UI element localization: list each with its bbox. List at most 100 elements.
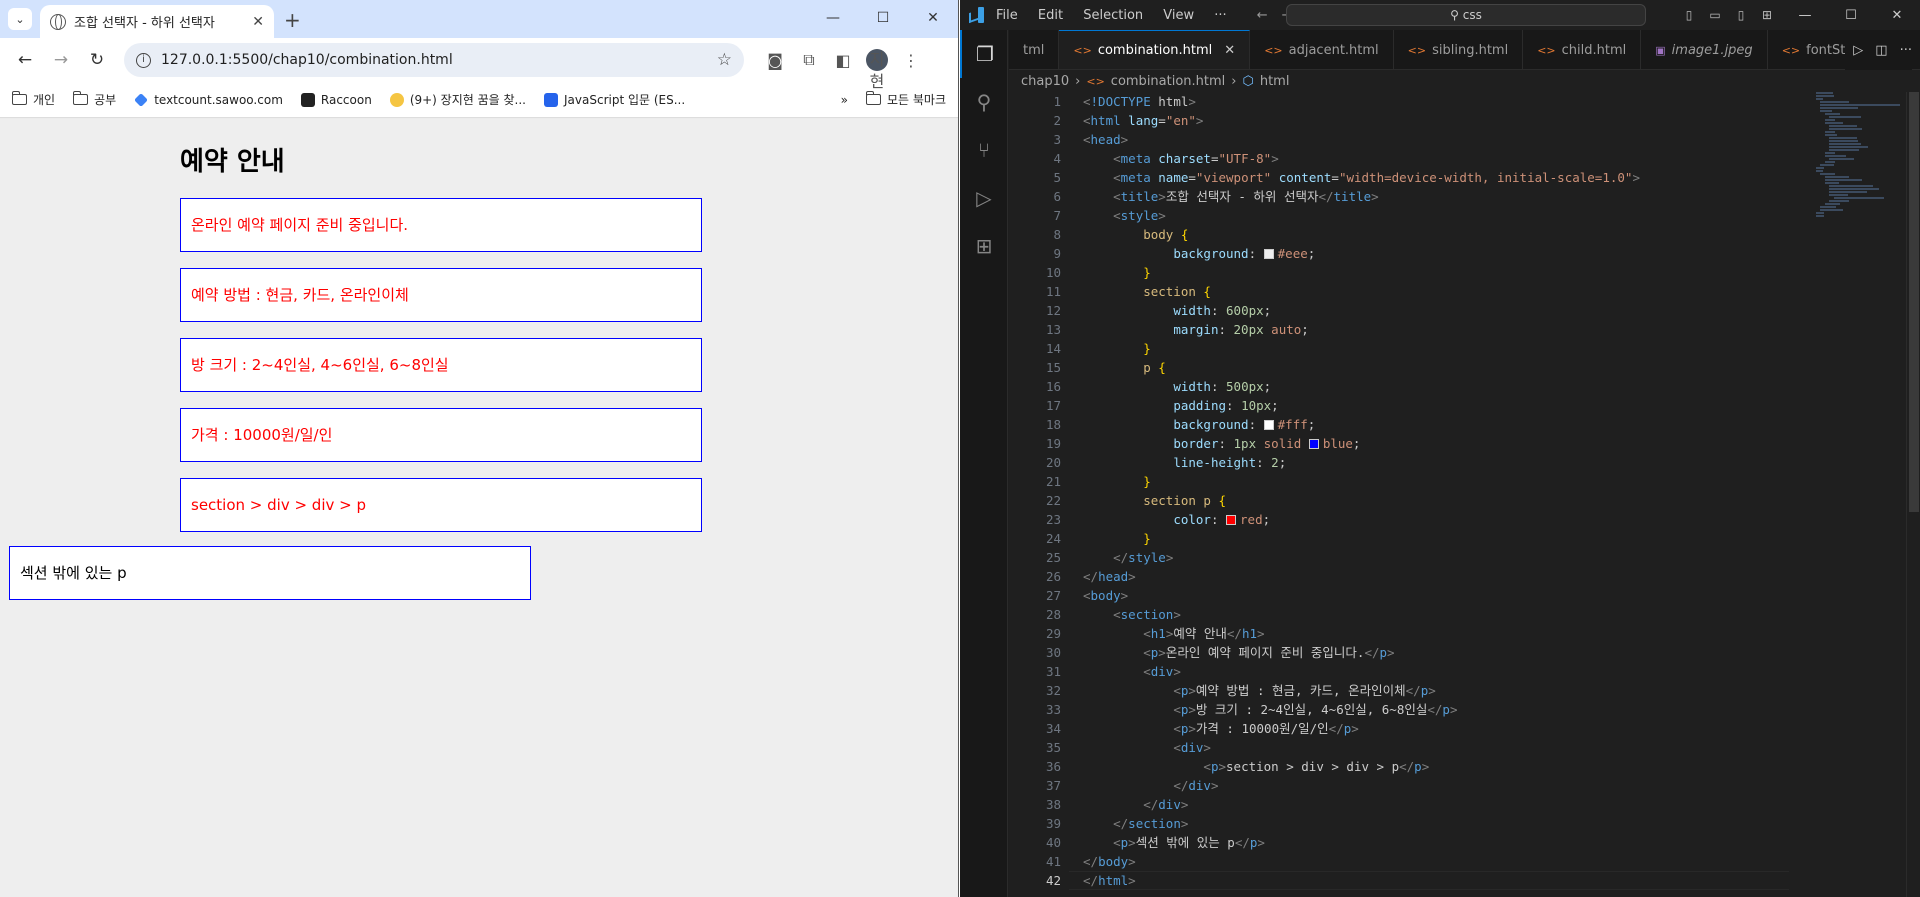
code-line[interactable]: <h1>예약 안내</h1>: [1083, 624, 1800, 643]
breadcrumb-folder[interactable]: chap10: [1021, 74, 1069, 89]
code-line[interactable]: <title>조합 선택자 - 하위 선택자</title>: [1083, 187, 1800, 206]
forward-button[interactable]: →: [46, 45, 76, 75]
tab-search-button[interactable]: ⌄: [8, 8, 32, 30]
code-line[interactable]: </style>: [1083, 548, 1800, 567]
code-line[interactable]: <html lang="en">: [1083, 111, 1800, 130]
code-editor[interactable]: 1 2 3 4 5 6 7 8 9 10 11 12 13 14 15 16 17 18 19 20 21 22 23 24 2…: [1009, 92, 1920, 897]
code-line[interactable]: <meta name="viewport" content="width=dev…: [1083, 168, 1800, 187]
code-line[interactable]: background: #fff;: [1083, 415, 1800, 434]
run-icon[interactable]: ▷: [1853, 43, 1863, 58]
code-line[interactable]: body {: [1083, 225, 1800, 244]
code-line[interactable]: }: [1083, 263, 1800, 282]
bookmark-folder[interactable]: 공부: [73, 91, 116, 108]
code-line[interactable]: <style>: [1083, 206, 1800, 225]
code-line[interactable]: }: [1083, 472, 1800, 491]
editor-tab[interactable]: <> combination.html ✕: [1059, 30, 1251, 69]
back-button[interactable]: ←: [10, 45, 40, 75]
search-icon[interactable]: ⚲: [960, 78, 1008, 126]
run-debug-icon[interactable]: ▷: [960, 174, 1008, 222]
code-line[interactable]: section p {: [1083, 491, 1800, 510]
minimize-button[interactable]: —: [808, 0, 858, 36]
all-bookmarks-folder[interactable]: 모든 북마크: [865, 91, 946, 108]
bookmark-link[interactable]: JavaScript 입문 (ES...: [544, 91, 685, 108]
bookmark-link[interactable]: (9+) 장지현 꿈을 찾...: [389, 91, 526, 108]
bookmark-star-icon[interactable]: ☆: [717, 50, 732, 70]
code-line[interactable]: <p>가격 : 10000원/일/인</p>: [1083, 719, 1800, 738]
code-line[interactable]: <p>섹션 밖에 있는 p</p>: [1083, 833, 1800, 852]
command-center[interactable]: ⚲ css: [1286, 4, 1646, 26]
close-tab-icon[interactable]: ✕: [1224, 43, 1235, 58]
extensions-icon[interactable]: ⊞: [960, 222, 1008, 270]
menu-more[interactable]: ···: [1214, 8, 1226, 23]
code-line[interactable]: line-height: 2;: [1083, 453, 1800, 472]
code-line[interactable]: section {: [1083, 282, 1800, 301]
side-panel-icon[interactable]: ◧: [832, 51, 854, 70]
more-menu-icon[interactable]: ⋮: [900, 51, 922, 70]
code-line[interactable]: <p>온라인 예약 페이지 준비 중입니다.</p>: [1083, 643, 1800, 662]
code-line[interactable]: </div>: [1083, 795, 1800, 814]
editor-tab[interactable]: <> sibling.html: [1394, 30, 1524, 69]
address-bar[interactable]: i 127.0.0.1:5500/chap10/combination.html…: [124, 43, 744, 77]
toggle-sidebar-icon[interactable]: ▯: [1678, 8, 1700, 22]
more-bookmarks-icon[interactable]: »: [841, 93, 848, 107]
code-line[interactable]: color: red;: [1083, 510, 1800, 529]
code-line[interactable]: p {: [1083, 358, 1800, 377]
close-window-button[interactable]: ✕: [908, 0, 958, 36]
more-actions-icon[interactable]: ···: [1900, 43, 1912, 58]
vertical-scrollbar[interactable]: [1906, 92, 1920, 897]
split-editor-icon[interactable]: ◫: [1875, 43, 1887, 58]
code-line[interactable]: <section>: [1083, 605, 1800, 624]
minimize-button[interactable]: —: [1782, 8, 1828, 23]
breadcrumb-symbol[interactable]: html: [1260, 74, 1290, 89]
close-window-button[interactable]: ✕: [1874, 8, 1920, 23]
close-tab-icon[interactable]: ✕: [252, 14, 264, 30]
code-line[interactable]: width: 500px;: [1083, 377, 1800, 396]
editor-tab[interactable]: <> adjacent.html: [1250, 30, 1394, 69]
toggle-secondary-sidebar-icon[interactable]: ▯: [1730, 8, 1752, 22]
editor-tab[interactable]: <> child.html: [1523, 30, 1642, 69]
code-line[interactable]: <p>예약 방법 : 현금, 카드, 온라인이체</p>: [1083, 681, 1800, 700]
code-line[interactable]: padding: 10px;: [1083, 396, 1800, 415]
source-control-icon[interactable]: ⑂: [960, 126, 1008, 174]
browser-tab[interactable]: 조합 선택자 - 하위 선택자 ✕: [40, 5, 274, 38]
reload-button[interactable]: ↻: [82, 45, 112, 75]
maximize-button[interactable]: ☐: [858, 0, 908, 36]
menu-view[interactable]: View: [1163, 8, 1194, 23]
maximize-button[interactable]: ☐: [1828, 8, 1874, 23]
editor-tab[interactable]: tml: [1009, 30, 1060, 69]
code-line[interactable]: <meta charset="UTF-8">: [1083, 149, 1800, 168]
code-line[interactable]: </head>: [1083, 567, 1800, 586]
new-tab-button[interactable]: +: [284, 8, 301, 32]
code-line[interactable]: width: 600px;: [1083, 301, 1800, 320]
minimap[interactable]: [1816, 92, 1906, 897]
code-line[interactable]: <div>: [1083, 738, 1800, 757]
code-line[interactable]: background: #eee;: [1083, 244, 1800, 263]
bookmark-folder[interactable]: 개인: [12, 91, 55, 108]
site-info-icon[interactable]: i: [136, 52, 151, 68]
breadcrumb-file[interactable]: combination.html: [1111, 74, 1225, 89]
code-line[interactable]: border: 1px solid blue;: [1083, 434, 1800, 453]
menu-file[interactable]: File: [996, 8, 1018, 23]
explorer-icon[interactable]: ❐: [960, 30, 1008, 78]
profile-avatar[interactable]: 지현: [866, 49, 888, 91]
menu-selection[interactable]: Selection: [1083, 8, 1143, 23]
code-line[interactable]: </div>: [1083, 776, 1800, 795]
code-line[interactable]: </section>: [1083, 814, 1800, 833]
extensions-icon[interactable]: ⧉: [798, 50, 820, 70]
go-back-icon[interactable]: ←: [1257, 8, 1268, 23]
code-line[interactable]: margin: 20px auto;: [1083, 320, 1800, 339]
code-lines[interactable]: <!DOCTYPE html> <html lang="en"> <head> <m…: [1083, 92, 1800, 890]
code-line[interactable]: <!DOCTYPE html>: [1083, 92, 1800, 111]
code-line[interactable]: <head>: [1083, 130, 1800, 149]
code-line[interactable]: }: [1083, 339, 1800, 358]
editor-tab[interactable]: ▣ image1.jpeg: [1641, 30, 1768, 69]
code-line[interactable]: </html>: [1083, 871, 1800, 890]
bookmark-link[interactable]: textcount.sawoo.com: [134, 93, 283, 107]
code-line[interactable]: </body>: [1083, 852, 1800, 871]
code-line[interactable]: }: [1083, 529, 1800, 548]
code-line[interactable]: <div>: [1083, 662, 1800, 681]
menu-edit[interactable]: Edit: [1038, 8, 1063, 23]
code-line[interactable]: <p>section > div > div > p</p>: [1083, 757, 1800, 776]
bookmark-link[interactable]: Raccoon: [300, 92, 372, 107]
toggle-panel-icon[interactable]: ▭: [1704, 8, 1726, 22]
